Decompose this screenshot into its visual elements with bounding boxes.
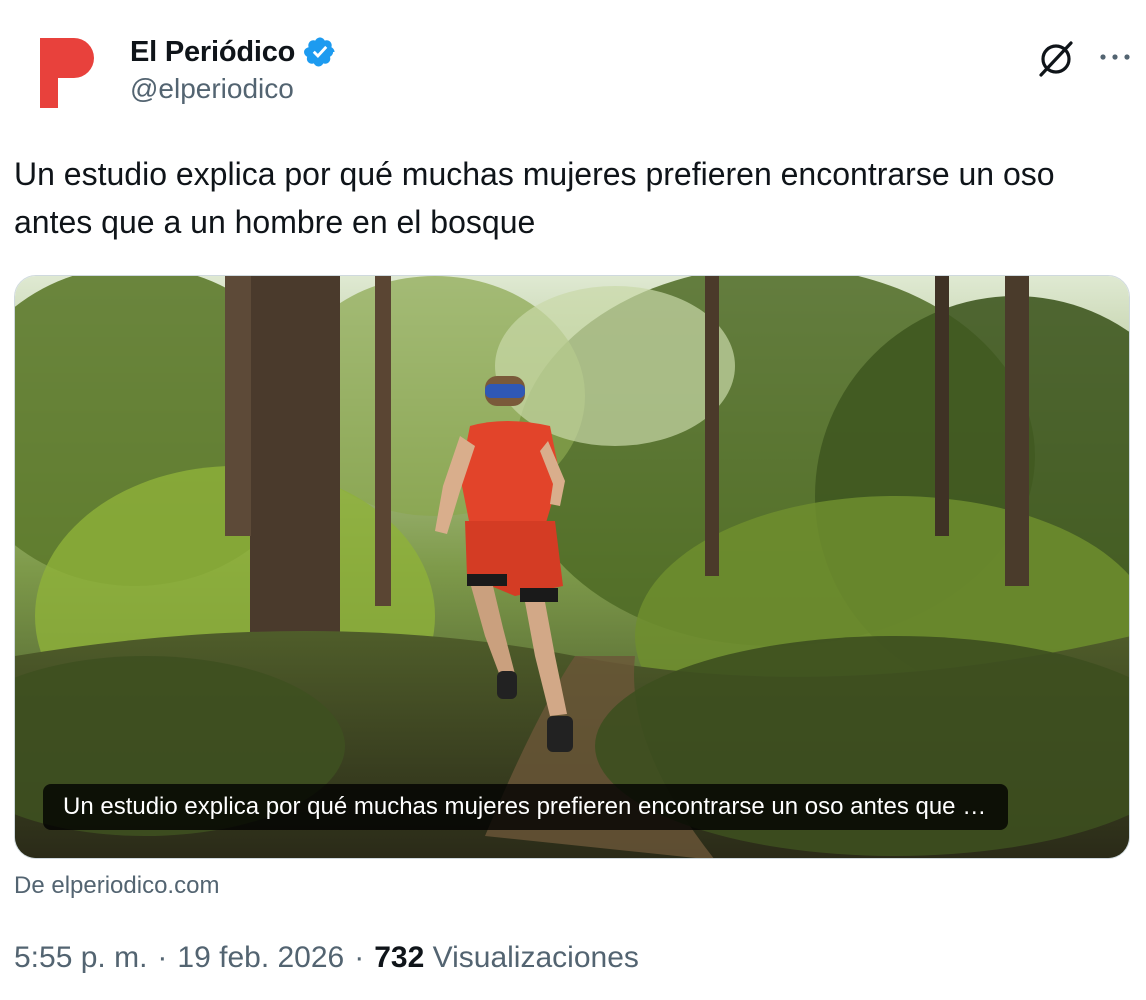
author-display-name[interactable]: El Periódico — [130, 36, 295, 69]
tweet-time[interactable]: 5:55 p. m. — [14, 941, 147, 975]
meta-separator: · — [354, 941, 365, 974]
more-options-button[interactable] — [1094, 36, 1136, 78]
grok-icon — [1039, 41, 1073, 77]
meta-separator: · — [157, 941, 168, 974]
link-card-title: Un estudio explica por qué muchas mujere… — [43, 784, 1009, 830]
verified-badge-icon — [304, 37, 335, 67]
views[interactable]: 732 Visualizaciones — [374, 941, 639, 975]
tweet-meta: 5:55 p. m. · 19 feb. 2026 · 732 Visualiz… — [14, 941, 639, 975]
grok-button[interactable] — [1033, 36, 1079, 82]
views-count: 732 — [374, 941, 425, 974]
link-card-source[interactable]: De elperiodico.com — [14, 872, 219, 900]
views-label: Visualizaciones — [432, 941, 639, 974]
author-handle[interactable]: @elperiodico — [130, 73, 294, 105]
author-avatar[interactable] — [14, 22, 118, 126]
more-horizontal-icon — [1100, 54, 1130, 60]
forest-runner-photo — [15, 276, 1129, 858]
tweet-date[interactable]: 19 feb. 2026 — [177, 941, 344, 975]
tweet-text: Un estudio explica por qué muchas mujere… — [14, 156, 1055, 240]
el-periodico-logo-icon — [14, 22, 118, 126]
link-card[interactable]: Un estudio explica por qué muchas mujere… — [14, 275, 1130, 859]
author-name-row: El Periódico — [130, 32, 337, 72]
